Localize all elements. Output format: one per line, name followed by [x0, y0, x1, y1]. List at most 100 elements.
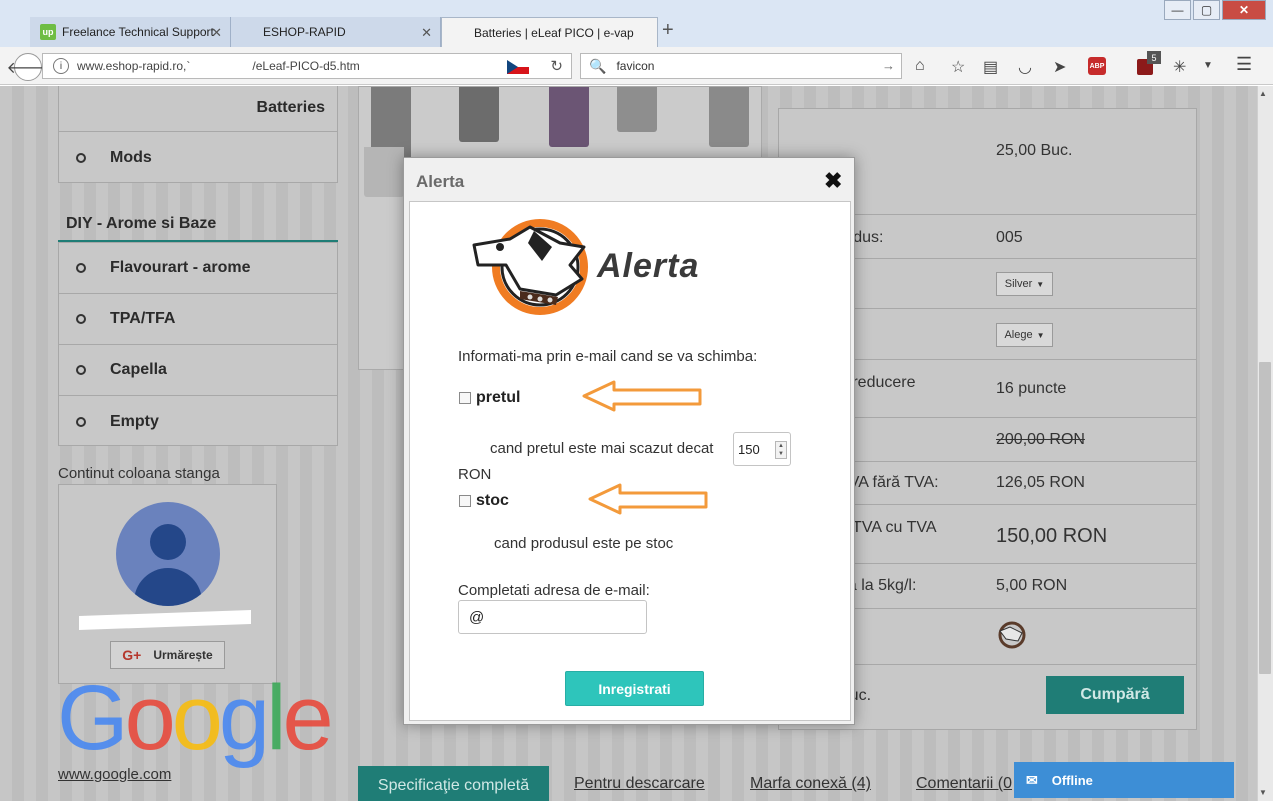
close-tab-icon[interactable]: ✕	[211, 25, 222, 41]
stock-condition-text: cand produsul este pe stoc	[494, 535, 674, 552]
scrollbar-thumb[interactable]	[1259, 362, 1271, 674]
google-logo[interactable]: Google	[57, 672, 334, 764]
full-specification-tab[interactable]: Specificaţie completă	[358, 766, 549, 801]
email-value: @	[469, 608, 485, 626]
url-bar[interactable]: i www.eshop-rapid.ro,` /eLeaf-PICO-d5.ht…	[42, 53, 572, 79]
alert-dog-icon[interactable]	[996, 621, 1030, 649]
minimize-button[interactable]: —	[1164, 0, 1191, 20]
related-products-tab[interactable]: Marfa conexă (4)	[750, 775, 871, 793]
reading-list-icon[interactable]: ▤	[983, 57, 998, 77]
sidebar-item-mods[interactable]: Mods	[59, 132, 337, 183]
info-value: 16 puncte	[996, 380, 1067, 397]
download-tab[interactable]: Pentru descarcare	[574, 775, 705, 793]
comments-tab[interactable]: Comentarii (0	[916, 775, 1012, 793]
modal-body: Alerta Informati-ma prin e-mail cand se …	[409, 201, 851, 721]
extension-icon[interactable]: ✳	[1173, 57, 1186, 77]
price-checkbox[interactable]	[459, 392, 471, 404]
sidebar-diy-list: Flavourart - arome TPA/TFA Capella Empty	[58, 242, 338, 446]
price-checkbox-label: pretul	[476, 389, 521, 406]
tab-label: Freelance Technical Support	[62, 25, 214, 39]
email-field[interactable]: @	[458, 600, 647, 634]
sidebar-item-tpa[interactable]: TPA/TFA	[59, 294, 337, 345]
sidebar-item-label: Capella	[110, 361, 167, 378]
maximize-button[interactable]: ▢	[1193, 0, 1220, 20]
arrow-left-icon	[588, 483, 708, 515]
sidebar-item-batteries[interactable]: Batteries	[59, 86, 337, 132]
tab-eshop-rapid[interactable]: ESHOP-RAPID ✕	[231, 17, 441, 47]
old-price-value: 200,00 RON	[996, 431, 1085, 448]
chevron-down-icon: ▼	[1036, 279, 1045, 289]
close-icon[interactable]: ✖	[824, 168, 842, 194]
price-condition-text: cand pretul este mai scazut decat	[490, 440, 714, 457]
tab-freelance[interactable]: up Freelance Technical Support ✕	[30, 17, 231, 47]
mail-icon: ✉	[1026, 771, 1038, 788]
search-value: favicon	[616, 59, 655, 73]
option-select[interactable]: Alege ▼	[996, 323, 1053, 347]
back-button[interactable]: 🡐	[7, 53, 49, 81]
info-icon[interactable]: i	[53, 58, 69, 74]
google-plus-icon: G+	[122, 647, 142, 663]
tab-batteries[interactable]: Batteries | eLeaf PICO | e-vap	[441, 17, 658, 47]
google-letter: g	[218, 667, 270, 769]
sidebar-item-flavourart[interactable]: Flavourart - arome	[59, 243, 337, 294]
buy-button[interactable]: Cumpără	[1046, 676, 1184, 714]
ublock-badge: 5	[1147, 51, 1161, 64]
arrow-left-icon	[582, 380, 702, 412]
menu-hamburger-icon[interactable]: ☰	[1236, 54, 1252, 75]
color-select[interactable]: Silver ▼	[996, 272, 1053, 296]
follow-button[interactable]: G+ Urmărește	[110, 641, 225, 669]
avatar-body	[134, 568, 202, 606]
bullet-icon	[76, 152, 86, 163]
product-device	[364, 147, 404, 197]
register-button[interactable]: Inregistrati	[565, 671, 704, 706]
browser-navbar: 🡐 i www.eshop-rapid.ro,` /eLeaf-PICO-d5.…	[0, 47, 1273, 85]
home-icon[interactable]: ⌂	[915, 57, 925, 75]
search-bar[interactable]: 🔍 favicon →	[580, 53, 902, 79]
google-letter: e	[282, 667, 334, 769]
info-value: 126,05 RON	[996, 474, 1085, 491]
tab-label: ESHOP-RAPID	[263, 25, 346, 39]
reload-icon[interactable]: ↻	[550, 57, 563, 75]
product-device	[709, 87, 749, 147]
send-icon[interactable]: ➤	[1053, 57, 1066, 77]
alerta-logo-text: Alerta	[597, 247, 700, 285]
stock-checkbox[interactable]	[459, 495, 471, 507]
price-threshold-input[interactable]: 150 ▲ ▼	[733, 432, 791, 466]
option-select-value: Alege	[1004, 329, 1033, 341]
sidebar-item-label: Flavourart - arome	[110, 259, 251, 276]
stock-checkbox-label: stoc	[476, 492, 509, 509]
price-value: 150,00 RON	[996, 525, 1108, 547]
info-value: 5,00 RON	[996, 577, 1068, 594]
sidebar-item-label: Mods	[110, 148, 152, 166]
chevron-down-icon[interactable]: ▼	[1203, 60, 1213, 71]
adblock-icon[interactable]: ABP	[1088, 57, 1106, 75]
modal-title: Alerta	[416, 172, 465, 191]
sidebar-section-title: DIY - Arome si Baze	[58, 210, 338, 242]
sidebar-item-empty[interactable]: Empty	[59, 396, 337, 447]
google-letter: o	[124, 667, 176, 769]
search-go-icon[interactable]: →	[882, 58, 895, 73]
bullet-icon	[76, 365, 86, 375]
alert-modal: Alerta ✖ Alerta Informati-ma prin e-mail…	[403, 157, 855, 725]
spinner-icon[interactable]: ▲ ▼	[775, 441, 787, 459]
continue-left-column-text: Continut coloana stanga	[58, 465, 220, 482]
avatar-head	[150, 524, 186, 560]
pocket-icon[interactable]: ◡	[1018, 57, 1032, 77]
search-icon: 🔍	[589, 57, 607, 74]
redacted-name-bar	[79, 609, 251, 631]
google-link[interactable]: www.google.com	[58, 766, 171, 783]
sidebar-item-capella[interactable]: Capella	[59, 345, 337, 396]
bookmark-star-icon[interactable]: ☆	[951, 57, 965, 77]
new-tab-button[interactable]: +	[662, 19, 674, 42]
window-close-button[interactable]: ✕	[1222, 0, 1266, 20]
google-letter: o	[171, 667, 223, 769]
google-letter: l	[266, 667, 287, 769]
chevron-down-icon: ▼	[1036, 330, 1045, 340]
scroll-up-icon[interactable]: ▲	[1259, 89, 1267, 98]
close-tab-icon[interactable]: ✕	[421, 25, 432, 41]
tab-label: Batteries | eLeaf PICO | e-vap	[474, 25, 634, 40]
scroll-down-icon[interactable]: ▼	[1259, 788, 1267, 797]
offline-chat-widget[interactable]: ✉ Offline	[1014, 762, 1234, 798]
sidebar-item-label: TPA/TFA	[110, 310, 176, 327]
follow-label: Urmărește	[153, 648, 213, 662]
